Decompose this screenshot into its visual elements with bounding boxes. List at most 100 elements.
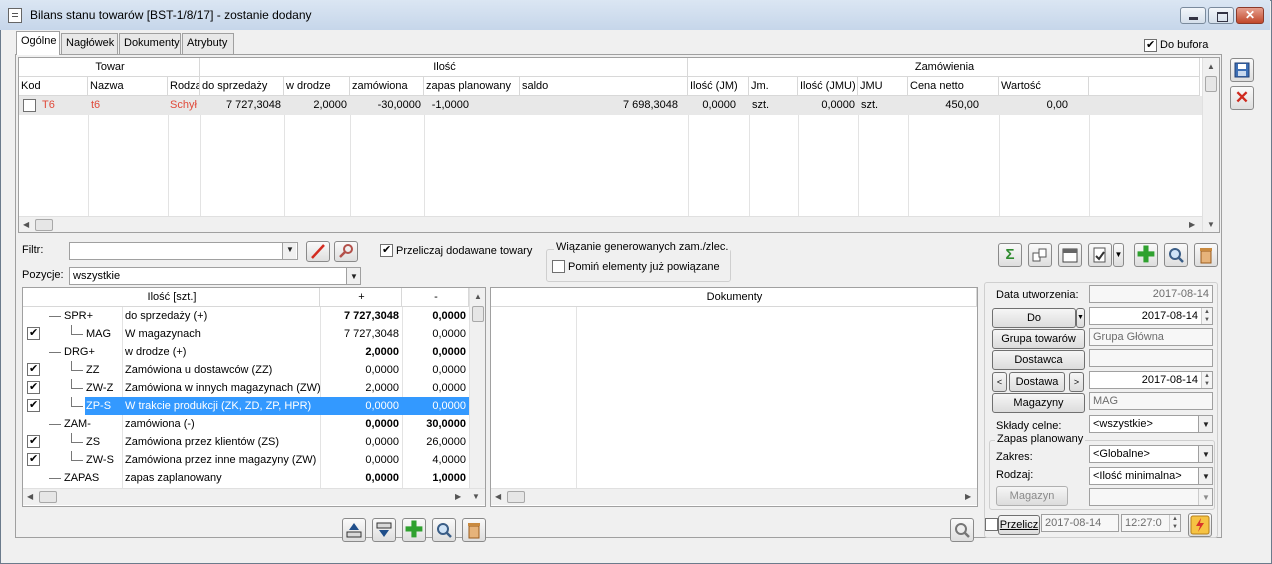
- scroll-left-icon[interactable]: ◀: [27, 492, 33, 501]
- zakres-select[interactable]: <Globalne>: [1089, 445, 1213, 463]
- tree-row[interactable]: DRG+ w drodze (+) 2,0000 0,0000: [23, 343, 469, 361]
- magazyn-select[interactable]: [1089, 488, 1213, 506]
- check-list-button[interactable]: [1088, 243, 1112, 267]
- tree-row[interactable]: ZW-Z Zamówiona w innych magazynach (ZW) 2,…: [23, 379, 469, 397]
- dostawa-date-field[interactable]: 2017-08-14 ▲ ▼: [1089, 371, 1213, 389]
- refresh-lightning-button[interactable]: [1188, 513, 1212, 537]
- pozycje-dropdown-button[interactable]: [346, 268, 360, 284]
- tree-row[interactable]: ZP-SW trakcie produkcji (ZK, ZD, ZP, HPR…: [23, 397, 469, 415]
- magazyny-button[interactable]: Magazyny: [992, 393, 1085, 413]
- quantity-tree-grid[interactable]: Ilość [szt.] + - SPR+ do sprzedaży (+) 7 7…: [22, 287, 486, 507]
- filter-dropdown-button[interactable]: [282, 243, 296, 259]
- vertical-scrollbar[interactable]: ▲: [469, 288, 485, 488]
- scroll-thumb[interactable]: [39, 491, 57, 503]
- tab-atrybuty[interactable]: Atrybuty: [182, 33, 234, 54]
- col-header-kod[interactable]: Kod: [19, 77, 88, 96]
- clear-filter-button[interactable]: [306, 241, 330, 262]
- col-header-jmu[interactable]: JMU: [858, 77, 908, 96]
- cancel-button[interactable]: ✕: [1230, 86, 1254, 110]
- col-header-do-sprzedazy[interactable]: do sprzedaży: [200, 77, 284, 96]
- add-row-button[interactable]: ✚: [402, 518, 426, 542]
- row-checkbox[interactable]: [23, 99, 36, 112]
- horizontal-scrollbar[interactable]: ◀ ▶: [19, 216, 1202, 232]
- items-grid[interactable]: Towar Ilość Zamówienia Kod Nazwa Rodza d…: [18, 57, 1220, 233]
- do-bufora-checkbox[interactable]: [1144, 38, 1157, 52]
- magazyn-button[interactable]: Magazyn: [996, 486, 1068, 506]
- scroll-thumb[interactable]: [1205, 76, 1217, 92]
- generate-button[interactable]: [1028, 243, 1052, 267]
- scroll-thumb[interactable]: [507, 491, 525, 503]
- add-button[interactable]: ✚: [1134, 243, 1158, 267]
- filter-builder-button[interactable]: [334, 241, 358, 262]
- magazyn-dropdown-button[interactable]: [1198, 489, 1212, 505]
- do-button[interactable]: Do: [992, 308, 1076, 328]
- sklady-celne-select[interactable]: <wszystkie>: [1089, 415, 1213, 433]
- delete-button[interactable]: [1194, 243, 1218, 267]
- documents-grid[interactable]: Dokumenty ◀ ▶: [490, 287, 978, 507]
- save-button[interactable]: [1230, 58, 1254, 82]
- przelicz-button[interactable]: Przelicz: [998, 515, 1040, 535]
- tree-row-checkbox[interactable]: [27, 434, 40, 448]
- col-header-jm[interactable]: Jm.: [749, 77, 798, 96]
- tree-row[interactable]: ZAPAS zapas zaplanowany 0,0000 1,0000: [23, 469, 469, 487]
- scroll-right-icon[interactable]: ▶: [455, 492, 461, 501]
- col-header-ilosc-jm[interactable]: Ilość (JM): [688, 77, 749, 96]
- tree-row-checkbox[interactable]: [27, 326, 40, 340]
- col-header-cena-netto[interactable]: Cena netto: [908, 77, 999, 96]
- scroll-right-icon[interactable]: ▶: [1189, 220, 1195, 229]
- scroll-up-icon[interactable]: ▲: [1207, 62, 1215, 71]
- dostawca-button[interactable]: Dostawca: [992, 350, 1085, 370]
- move-down-button[interactable]: [372, 518, 396, 542]
- col-header-w-drodze[interactable]: w drodze: [284, 77, 350, 96]
- close-window-button[interactable]: [1236, 7, 1264, 24]
- tree-row[interactable]: ZZ Zamówiona u dostawców (ZZ) 0,0000 0,0000: [23, 361, 469, 379]
- check-list-dropdown-button[interactable]: ▼: [1113, 243, 1124, 267]
- tree-row-checkbox[interactable]: [27, 452, 40, 466]
- document-preview-button[interactable]: [950, 518, 974, 542]
- tree-row[interactable]: ZS Zamówiona przez klientów (ZS) 0,0000 26,…: [23, 433, 469, 451]
- move-up-button[interactable]: [342, 518, 366, 542]
- do-dropdown-button[interactable]: ▼: [1076, 308, 1085, 328]
- col-header-wartosc[interactable]: Wartość: [999, 77, 1089, 96]
- minimize-button[interactable]: [1180, 7, 1206, 24]
- tab-ogolne[interactable]: Ogólne: [16, 31, 60, 55]
- dostawa-next-button[interactable]: >: [1069, 372, 1084, 392]
- col-header-zapas-planowany[interactable]: zapas planowany: [424, 77, 520, 96]
- scroll-thumb[interactable]: [35, 219, 53, 231]
- maximize-button[interactable]: [1208, 7, 1234, 24]
- view-row-button[interactable]: [432, 518, 456, 542]
- tree-row[interactable]: ZW-S Zamówiona przez inne magazyny (ZW) 0,…: [23, 451, 469, 469]
- rodzaj-select[interactable]: <Ilość minimalna>: [1089, 467, 1213, 485]
- tree-row-checkbox[interactable]: [27, 362, 40, 376]
- scroll-down-icon[interactable]: ▼: [472, 492, 480, 501]
- dostawa-button[interactable]: Dostawa: [1009, 372, 1065, 392]
- delete-row-button[interactable]: [462, 518, 486, 542]
- col-header-nazwa[interactable]: Nazwa: [88, 77, 168, 96]
- tab-naglowek[interactable]: Nagłówek: [61, 33, 118, 54]
- tree-row-checkbox[interactable]: [27, 380, 40, 394]
- scroll-down-icon[interactable]: ▼: [1207, 220, 1215, 229]
- tree-row-checkbox[interactable]: [27, 398, 40, 412]
- scroll-left-icon[interactable]: ◀: [23, 220, 29, 229]
- pomin-checkbox[interactable]: [552, 260, 565, 273]
- scroll-up-icon[interactable]: ▲: [474, 292, 482, 301]
- filter-input[interactable]: [69, 242, 298, 260]
- col-header-rodzaj[interactable]: Rodza: [168, 77, 200, 96]
- do-date-spinner[interactable]: ▲ ▼: [1201, 308, 1212, 324]
- przeliczaj-checkbox[interactable]: [380, 243, 393, 257]
- col-header-zamowiona[interactable]: zamówiona: [350, 77, 424, 96]
- dostawa-prev-button[interactable]: <: [992, 372, 1007, 392]
- search-button[interactable]: [1164, 243, 1188, 267]
- horizontal-scrollbar[interactable]: ◀ ▶ ▼: [23, 488, 485, 505]
- grupa-towarow-button[interactable]: Grupa towarów: [992, 329, 1085, 349]
- scroll-right-icon[interactable]: ▶: [965, 492, 971, 501]
- col-header-saldo[interactable]: saldo: [520, 77, 688, 96]
- tree-row[interactable]: MAG W magazynach 7 727,3048 0,0000: [23, 325, 469, 343]
- przelicz-time-spinner[interactable]: ▲ ▼: [1169, 515, 1180, 531]
- zakres-dropdown-button[interactable]: [1198, 446, 1212, 462]
- tree-row[interactable]: ZAM-zamówiona (-) 0,0000 30,0000: [23, 415, 469, 433]
- przelicz-checkbox[interactable]: [985, 518, 998, 531]
- col-header-ilosc-jmu[interactable]: Ilość (JMU): [798, 77, 858, 96]
- sklady-dropdown-button[interactable]: [1198, 416, 1212, 432]
- do-date-field[interactable]: 2017-08-14 ▲ ▼: [1089, 307, 1213, 325]
